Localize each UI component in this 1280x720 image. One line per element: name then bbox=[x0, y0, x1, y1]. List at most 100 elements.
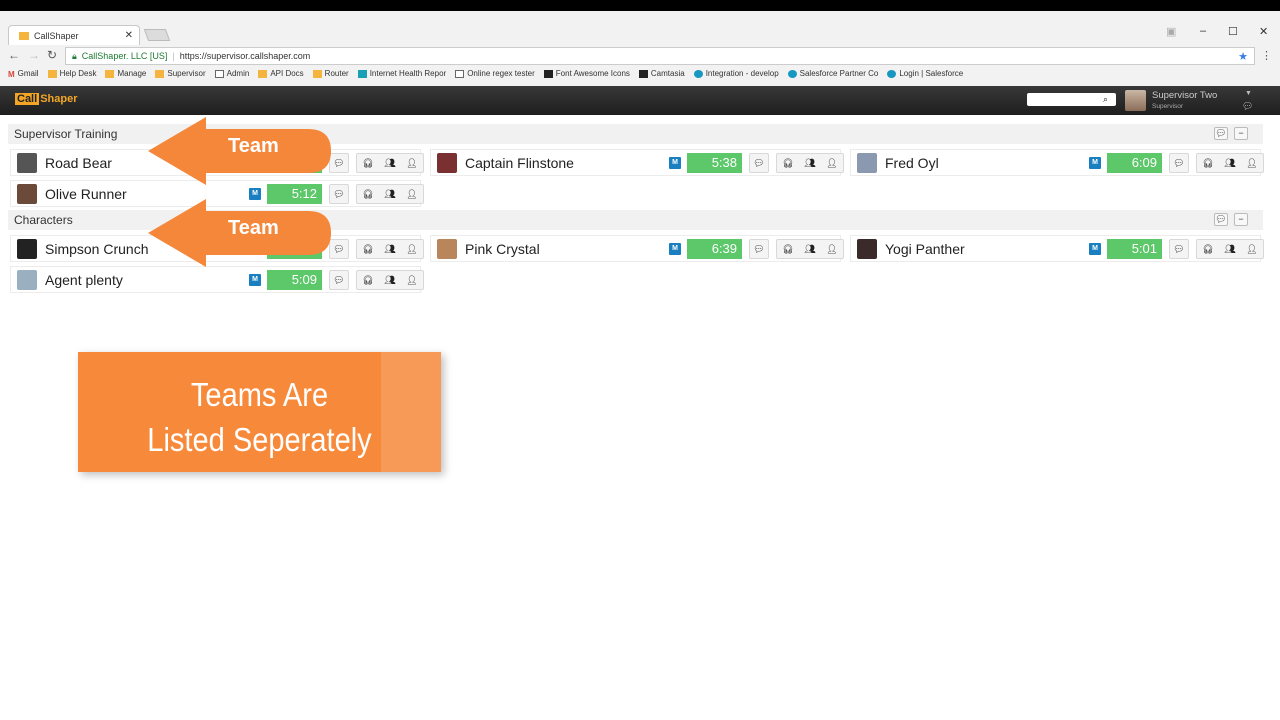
listen-headphones-icon[interactable]: 🎧︎ bbox=[1202, 244, 1213, 255]
close-tab-icon[interactable]: ✕ bbox=[125, 30, 133, 41]
bookmark-item[interactable]: Router bbox=[312, 69, 349, 78]
callshaper-logo[interactable]: Call Shaper bbox=[15, 93, 77, 105]
bookmark-item[interactable]: Login | Salesforce bbox=[887, 69, 963, 78]
user-icon[interactable]: 👤︎ bbox=[826, 244, 837, 255]
folder-icon bbox=[19, 31, 29, 40]
listen-headphones-icon[interactable]: 🎧︎ bbox=[362, 158, 373, 169]
back-button[interactable]: ← bbox=[8, 48, 20, 62]
bookmark-icon bbox=[357, 69, 367, 78]
agent-avatar bbox=[437, 153, 457, 173]
user-menu-caret-icon[interactable]: ▼ bbox=[1245, 90, 1252, 97]
bookmark-label: Camtasia bbox=[650, 69, 685, 78]
team-users-icon[interactable]: 👥︎ bbox=[384, 189, 395, 200]
profile-icon[interactable]: ▣ bbox=[1166, 25, 1176, 38]
callout-box: Teams Are Listed Seperately bbox=[78, 352, 441, 472]
team-callout-arrow: Team bbox=[148, 115, 338, 187]
bookmark-item[interactable]: Camtasia bbox=[638, 69, 685, 78]
bookmark-item[interactable]: Help Desk bbox=[47, 69, 97, 78]
team-users-icon[interactable]: 👥︎ bbox=[384, 244, 395, 255]
team-users-icon[interactable]: 👥︎ bbox=[384, 158, 395, 169]
agent-avatar bbox=[17, 270, 37, 290]
collapse-team-button[interactable]: − bbox=[1234, 127, 1248, 140]
agent-timer: 5:09 bbox=[267, 270, 322, 290]
user-icon[interactable]: 👤︎ bbox=[406, 244, 417, 255]
listen-headphones-icon[interactable]: 🎧︎ bbox=[362, 275, 373, 286]
team-users-icon[interactable]: 👥︎ bbox=[1224, 158, 1235, 169]
callout-line-1: Teams Are bbox=[190, 376, 329, 413]
chat-button[interactable]: 💬︎ bbox=[1169, 239, 1189, 259]
team-users-icon[interactable]: 👥︎ bbox=[1224, 244, 1235, 255]
search-icon[interactable]: ⌕ bbox=[1103, 94, 1108, 105]
chat-button[interactable]: 💬︎ bbox=[749, 239, 769, 259]
agent-name: Pink Crystal bbox=[465, 241, 540, 257]
user-icon[interactable]: 👤︎ bbox=[1246, 158, 1257, 169]
bookmark-star-icon[interactable]: ★ bbox=[1238, 50, 1248, 63]
team-users-icon[interactable]: 👥︎ bbox=[804, 158, 815, 169]
maximize-button[interactable]: ☐ bbox=[1228, 25, 1238, 38]
bookmark-item[interactable]: Admin bbox=[214, 69, 250, 78]
mode-badge: M bbox=[669, 157, 681, 169]
listen-headphones-icon[interactable]: 🎧︎ bbox=[1202, 158, 1213, 169]
browser-menu-icon[interactable]: ⋮ bbox=[1261, 49, 1272, 62]
agent-avatar bbox=[17, 184, 37, 204]
bookmark-item[interactable]: M Gmail bbox=[8, 69, 39, 79]
user-avatar[interactable] bbox=[1125, 90, 1146, 111]
bookmark-icon bbox=[214, 69, 224, 78]
bookmark-item[interactable]: Online regex tester bbox=[455, 69, 535, 78]
user-icon[interactable]: 👤︎ bbox=[826, 158, 837, 169]
agent-name: Simpson Crunch bbox=[45, 241, 149, 257]
chat-button[interactable]: 💬︎ bbox=[749, 153, 769, 173]
bookmark-label: Help Desk bbox=[59, 69, 97, 78]
secure-label: CallShaper. LLC [US] bbox=[81, 51, 168, 61]
user-icon[interactable]: 👤︎ bbox=[1246, 244, 1257, 255]
mode-badge: M bbox=[1089, 243, 1101, 255]
user-icon[interactable]: 👤︎ bbox=[406, 158, 417, 169]
bookmark-item[interactable]: Supervisor bbox=[155, 69, 206, 78]
bookmark-label: Online regex tester bbox=[467, 69, 535, 78]
agent-timer: 5:01 bbox=[1107, 239, 1162, 259]
bookmark-item[interactable]: Salesforce Partner Co bbox=[787, 69, 878, 78]
bookmark-item[interactable]: Integration - develop bbox=[693, 69, 779, 78]
listen-headphones-icon[interactable]: 🎧︎ bbox=[782, 158, 793, 169]
mode-badge: M bbox=[669, 243, 681, 255]
chat-button[interactable]: 💬︎ bbox=[1169, 153, 1189, 173]
user-icon[interactable]: 👤︎ bbox=[406, 189, 417, 200]
bookmark-label: Router bbox=[324, 69, 349, 78]
new-tab-button[interactable] bbox=[143, 29, 171, 41]
minimize-button[interactable]: – bbox=[1200, 25, 1206, 37]
agent-avatar bbox=[857, 153, 877, 173]
team-users-icon[interactable]: 👥︎ bbox=[384, 275, 395, 286]
agent-actions: 🎧︎ 👥︎ 👤︎ bbox=[1196, 239, 1264, 259]
agent-actions: 🎧︎ 👥︎ 👤︎ bbox=[776, 239, 844, 259]
bookmark-label: API Docs bbox=[270, 69, 304, 78]
chat-icon[interactable]: 💬︎ bbox=[1242, 101, 1253, 112]
collapse-team-button[interactable]: − bbox=[1234, 213, 1248, 226]
bookmark-icon bbox=[258, 69, 268, 78]
forward-button[interactable]: → bbox=[28, 48, 40, 62]
bookmark-item[interactable]: Manage bbox=[105, 69, 146, 78]
chat-button[interactable]: 💬︎ bbox=[329, 270, 349, 290]
bookmark-icon bbox=[787, 69, 797, 78]
close-window-button[interactable]: ✕ bbox=[1259, 25, 1268, 38]
user-icon[interactable]: 👤︎ bbox=[406, 275, 417, 286]
bookmark-label: Admin bbox=[226, 69, 250, 78]
bookmark-item[interactable]: Internet Health Repor bbox=[357, 69, 446, 78]
agent-actions: 🎧︎ 👥︎ 👤︎ bbox=[1196, 153, 1264, 173]
listen-headphones-icon[interactable]: 🎧︎ bbox=[782, 244, 793, 255]
callout-label: Team bbox=[228, 217, 279, 239]
listen-headphones-icon[interactable]: 🎧︎ bbox=[362, 244, 373, 255]
bookmark-label: Integration - develop bbox=[705, 69, 779, 78]
address-bar[interactable]: 🔒︎ CallShaper. LLC [US] | https://superviso… bbox=[65, 47, 1255, 65]
bookmark-item[interactable]: Font Awesome Icons bbox=[543, 69, 630, 78]
listen-headphones-icon[interactable]: 🎧︎ bbox=[362, 189, 373, 200]
bookmark-item[interactable]: API Docs bbox=[258, 69, 304, 78]
reload-button[interactable]: ↻ bbox=[47, 48, 57, 62]
team-users-icon[interactable]: 👥︎ bbox=[804, 244, 815, 255]
user-name[interactable]: Supervisor Two bbox=[1152, 90, 1217, 101]
team-chat-button[interactable]: 💬︎ bbox=[1214, 213, 1228, 226]
agent-card: Fred Oyl M 6:09 💬︎ 🎧︎ 👥︎ 👤︎ bbox=[850, 149, 1264, 176]
team-chat-button[interactable]: 💬︎ bbox=[1214, 127, 1228, 140]
bookmark-icon: M bbox=[8, 69, 15, 79]
browser-tab[interactable]: CallShaper ✕ bbox=[8, 25, 140, 45]
bookmark-icon bbox=[638, 69, 648, 78]
